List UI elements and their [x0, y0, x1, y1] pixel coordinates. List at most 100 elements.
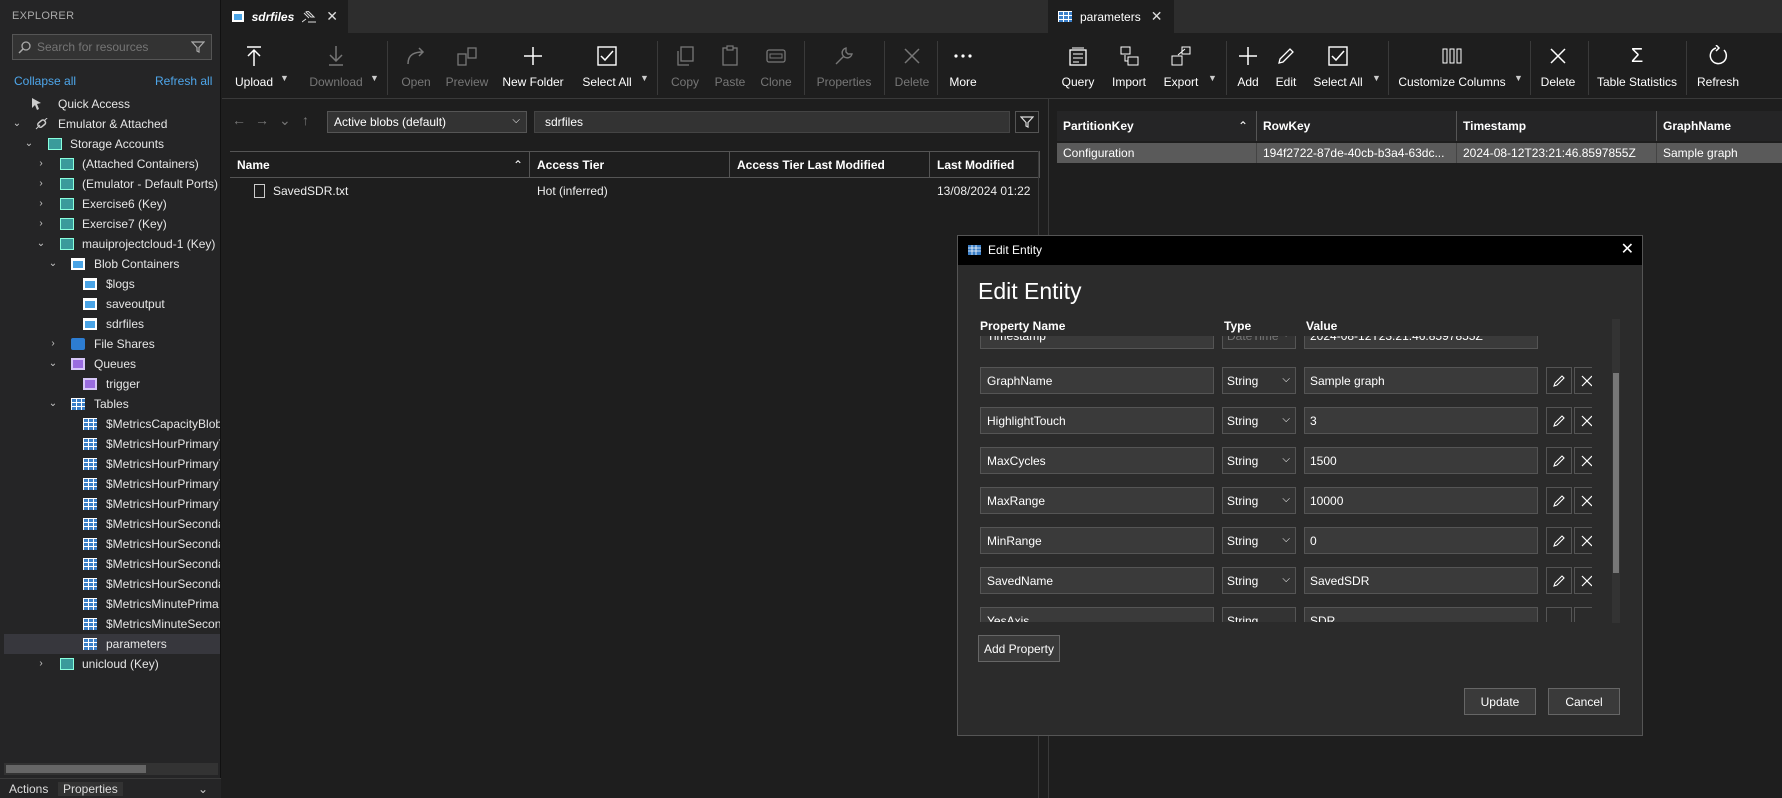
tree-item-logs[interactable]: $logs — [4, 274, 220, 294]
property-type-select[interactable]: DateTime⌵ — [1222, 336, 1296, 349]
refresh-all-link[interactable]: Refresh all — [155, 74, 212, 88]
tab-sdrfiles[interactable]: sdrfiles ✕ — [222, 0, 348, 33]
property-value-field[interactable]: 1500 — [1304, 447, 1538, 474]
path-input[interactable]: sdrfiles — [534, 111, 1010, 133]
delete-property-button[interactable] — [1574, 407, 1592, 434]
search-input[interactable] — [37, 39, 187, 55]
tree-item-file-shares[interactable]: › File Shares — [4, 334, 220, 354]
new-folder-button[interactable]: New Folder — [502, 43, 564, 95]
tree-item-table[interactable]: $MetricsHourSeconda — [4, 574, 220, 594]
tree-item-exercise7[interactable]: › Exercise7 (Key) — [4, 214, 220, 234]
chevron-down-icon[interactable]: ⌄ — [279, 112, 291, 129]
tree-item-table[interactable]: $MetricsHourPrimaryT — [4, 494, 220, 514]
select-all-button[interactable]: Select All — [582, 43, 632, 95]
tree-item-unicloud[interactable]: › unicloud (Key) — [4, 654, 220, 674]
column-header-timestamp[interactable]: Timestamp — [1457, 111, 1657, 141]
update-button[interactable]: Update — [1464, 688, 1536, 715]
edit-property-button[interactable] — [1546, 567, 1572, 594]
chevron-right-icon[interactable]: › — [35, 654, 47, 674]
filter-button[interactable] — [1015, 111, 1039, 133]
property-type-select[interactable]: String — [1222, 607, 1296, 622]
property-name-field[interactable]: MaxRange — [980, 487, 1214, 514]
edit-property-button[interactable] — [1546, 527, 1572, 554]
search-box[interactable] — [12, 34, 212, 60]
tree-item-table[interactable]: $MetricsHourPrimaryT — [4, 454, 220, 474]
export-button[interactable]: Export — [1160, 43, 1202, 95]
horizontal-scrollbar[interactable] — [4, 763, 218, 775]
close-icon[interactable]: ✕ — [1621, 239, 1634, 259]
tree-item-mauiprojectcloud[interactable]: ⌄ mauiprojectcloud-1 (Key) — [4, 234, 220, 254]
delete-button[interactable]: Delete — [1536, 43, 1580, 95]
column-header-partitionkey[interactable]: PartitionKey ⌃ — [1057, 111, 1257, 141]
open-button[interactable]: Open — [394, 43, 438, 95]
download-dropdown[interactable]: ▼ — [370, 43, 380, 95]
upload-button[interactable]: Upload — [232, 43, 276, 95]
column-header-rowkey[interactable]: RowKey — [1257, 111, 1457, 141]
chevron-right-icon[interactable]: › — [35, 214, 47, 234]
select-all-button[interactable]: Select All — [1312, 43, 1364, 95]
property-list-scrollbar[interactable] — [1612, 319, 1620, 623]
chevron-down-icon[interactable]: ⌄ — [11, 114, 23, 134]
property-value-field[interactable]: 0 — [1304, 527, 1538, 554]
tree-item-table-parameters[interactable]: parameters — [4, 634, 220, 654]
tree-item-queues[interactable]: ⌄ Queues — [4, 354, 220, 374]
preview-button[interactable]: Preview — [444, 43, 490, 95]
property-name-field[interactable]: HighlightTouch — [980, 407, 1214, 434]
tree-item-trigger[interactable]: trigger — [4, 374, 220, 394]
delete-property-button[interactable] — [1574, 527, 1592, 554]
more-button[interactable]: More — [943, 43, 983, 95]
column-header-name[interactable]: Name ⌃ — [230, 152, 530, 178]
property-type-select[interactable]: String ⌵ — [1222, 567, 1296, 594]
tree-item-exercise6[interactable]: › Exercise6 (Key) — [4, 194, 220, 214]
property-name-field[interactable]: YesAxis — [980, 607, 1214, 622]
select-all-dropdown[interactable]: ▼ — [1372, 43, 1382, 95]
cancel-button[interactable]: Cancel — [1548, 688, 1620, 715]
tab-properties[interactable]: Properties — [58, 782, 123, 796]
tree-item-tables[interactable]: ⌄ Tables — [4, 394, 220, 414]
scrollbar-thumb[interactable] — [6, 765, 146, 773]
tree-item-storage-accounts[interactable]: ⌄ Storage Accounts — [4, 134, 220, 154]
tree-item-quick-access[interactable]: Quick Access — [4, 94, 220, 114]
tree-item-table[interactable]: $MetricsCapacityBlob — [4, 414, 220, 434]
chevron-right-icon[interactable]: › — [35, 154, 47, 174]
tree-item-table[interactable]: $MetricsHourSeconda — [4, 514, 220, 534]
delete-property-button[interactable] — [1574, 487, 1592, 514]
paste-button[interactable]: Paste — [710, 43, 750, 95]
property-type-select[interactable]: String ⌵ — [1222, 487, 1296, 514]
property-type-select[interactable]: String ⌵ — [1222, 407, 1296, 434]
collapse-all-link[interactable]: Collapse all — [14, 74, 76, 88]
table-row[interactable]: Configuration 194f2722-87de-40cb-b3a4-63… — [1057, 143, 1782, 163]
property-name-field[interactable]: SavedName — [980, 567, 1214, 594]
edit-property-button[interactable] — [1546, 447, 1572, 474]
chevron-right-icon[interactable]: › — [47, 334, 59, 354]
property-value-field[interactable]: SDR... — [1304, 607, 1538, 622]
select-all-dropdown[interactable]: ▼ — [640, 43, 650, 95]
property-name-field[interactable]: MaxCycles — [980, 447, 1214, 474]
delete-property-button[interactable] — [1574, 567, 1592, 594]
query-button[interactable]: Query — [1058, 43, 1098, 95]
add-button[interactable]: Add — [1230, 43, 1266, 95]
tree-item-saveoutput[interactable]: saveoutput — [4, 294, 220, 314]
chevron-down-icon[interactable]: ⌄ — [198, 782, 208, 796]
tab-parameters[interactable]: parameters ✕ — [1048, 0, 1174, 33]
column-header-graphname[interactable]: GraphName — [1657, 111, 1782, 141]
property-type-select[interactable]: String ⌵ — [1222, 527, 1296, 554]
view-select[interactable]: Active blobs (default) ⌵ — [327, 111, 527, 133]
up-arrow-icon[interactable]: ↑ — [302, 112, 309, 128]
edit-property-button[interactable] — [1546, 367, 1572, 394]
close-tab-icon[interactable]: ✕ — [326, 8, 338, 25]
edit-property-button[interactable] — [1546, 487, 1572, 514]
table-statistics-button[interactable]: Σ Table Statistics — [1594, 43, 1680, 95]
copy-button[interactable]: Copy — [665, 43, 705, 95]
filter-icon[interactable] — [191, 40, 205, 54]
column-header-tier-modified[interactable]: Access Tier Last Modified — [730, 152, 930, 178]
property-value-field[interactable]: 10000 — [1304, 487, 1538, 514]
tree-item-table[interactable]: $MetricsHourSeconda — [4, 534, 220, 554]
property-name-field[interactable]: MinRange — [980, 527, 1214, 554]
column-header-last-modified[interactable]: Last Modified — [930, 152, 1040, 178]
add-property-button[interactable]: Add Property — [978, 635, 1060, 662]
delete-button[interactable]: Delete — [890, 43, 934, 95]
close-tab-icon[interactable]: ✕ — [1151, 8, 1163, 25]
chevron-down-icon[interactable]: ⌄ — [47, 394, 59, 414]
property-name-field[interactable]: GraphName — [980, 367, 1214, 394]
